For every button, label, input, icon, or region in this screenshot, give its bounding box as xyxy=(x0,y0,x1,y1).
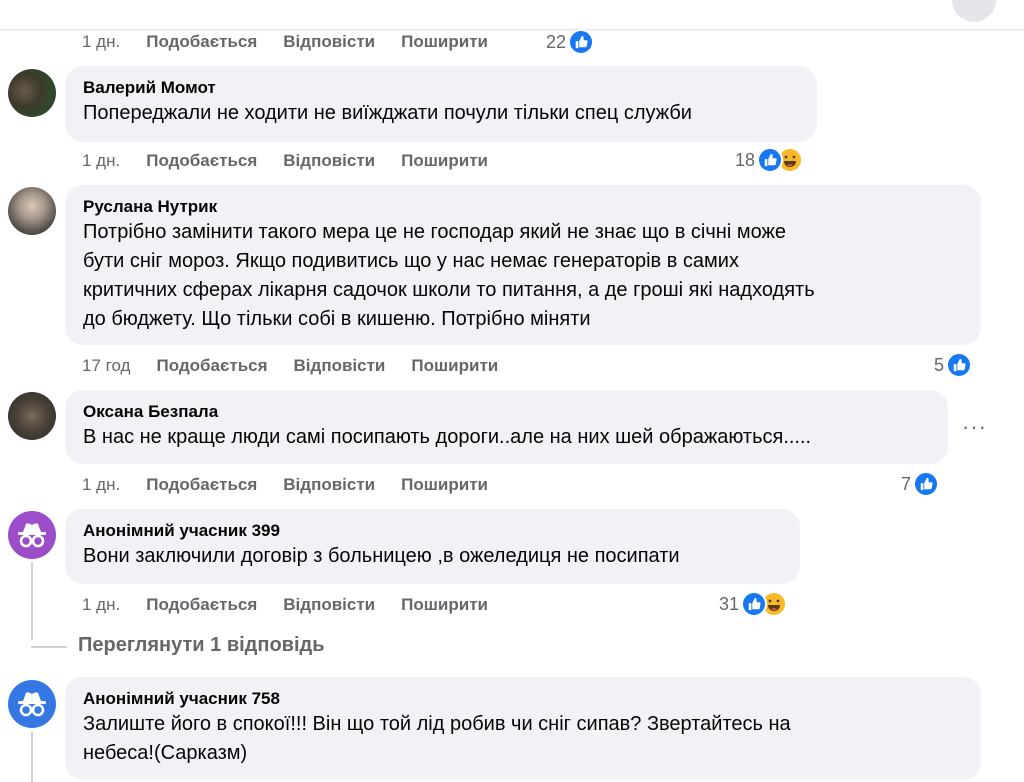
thread-line xyxy=(31,732,33,782)
comment-text: Попереджали не ходити не виїжджати почул… xyxy=(83,102,692,124)
comment-time[interactable]: 1 дн. xyxy=(82,151,120,171)
comment-text: В нас не краще люди самі посипають дорог… xyxy=(83,426,812,448)
like-reaction-icon xyxy=(946,352,973,378)
like-reaction-icon xyxy=(568,29,595,55)
comment-text-line: критичних сферах лікарня садочок школи т… xyxy=(83,279,815,301)
comment-actions: 1 дн. Подобається Відповісти Поширити xyxy=(82,475,488,495)
comment-bubble: Оксана Безпала В нас не краще люди самі … xyxy=(65,390,948,464)
avatar[interactable] xyxy=(8,392,56,440)
reply-link[interactable]: Відповісти xyxy=(283,595,375,615)
comment-bubble: Валерий Момот Попереджали не ходити не в… xyxy=(65,66,817,142)
comment-text-line: до бюджету. Що тільки собі в кишеню. Пот… xyxy=(83,308,591,330)
comment-author[interactable]: Анонімний учасник 399 xyxy=(83,520,782,542)
reaction-summary[interactable]: 31 xyxy=(719,591,788,617)
like-link[interactable]: Подобається xyxy=(146,595,257,615)
reply-link[interactable]: Відповісти xyxy=(283,32,375,52)
reaction-summary[interactable]: 22 xyxy=(546,29,595,55)
comment-actions: 1 дн. Подобається Відповісти Поширити xyxy=(82,32,488,52)
comment-author[interactable]: Анонімний учасник 758 xyxy=(83,688,963,710)
more-options-icon[interactable]: ··· xyxy=(962,414,987,440)
reaction-summary[interactable]: 18 xyxy=(735,147,804,173)
top-bar xyxy=(0,0,1024,30)
incognito-icon xyxy=(18,523,46,548)
reply-link[interactable]: Відповісти xyxy=(283,475,375,495)
incognito-icon xyxy=(18,692,46,717)
reaction-count: 31 xyxy=(719,593,740,614)
comment-actions: 17 год Подобається Відповісти Поширити xyxy=(82,356,498,376)
comment-actions: 1 дн. Подобається Відповісти Поширити xyxy=(82,151,488,171)
comment-text-line: Залиште його в спокої!!! Він що той лід … xyxy=(83,713,791,735)
view-replies-link[interactable]: Переглянути 1 відповідь xyxy=(78,634,325,657)
comment-author[interactable]: Оксана Безпала xyxy=(83,401,930,423)
share-link[interactable]: Поширити xyxy=(411,356,498,376)
reply-link[interactable]: Відповісти xyxy=(294,356,386,376)
anonymous-avatar[interactable] xyxy=(8,680,56,728)
like-link[interactable]: Подобається xyxy=(146,32,257,52)
comment-bubble: Руслана Нутрик Потрібно замінити такого … xyxy=(65,185,981,345)
share-link[interactable]: Поширити xyxy=(401,475,488,495)
comment-time[interactable]: 1 дн. xyxy=(82,595,120,615)
comment-author[interactable]: Валерий Момот xyxy=(83,77,799,99)
reaction-count: 22 xyxy=(546,31,567,52)
comment-time[interactable]: 17 год xyxy=(82,356,130,376)
share-link[interactable]: Поширити xyxy=(401,595,488,615)
avatar[interactable] xyxy=(8,69,56,117)
like-reaction-icon xyxy=(757,147,784,173)
comment-time[interactable]: 1 дн. xyxy=(82,32,120,52)
comment-actions: 1 дн. Подобається Відповісти Поширити xyxy=(82,595,488,615)
comment-author[interactable]: Руслана Нутрик xyxy=(83,196,963,218)
thread-connector xyxy=(31,646,67,648)
comment-bubble: Анонімний учасник 758 Залиште його в спо… xyxy=(65,677,981,780)
like-reaction-icon xyxy=(913,471,940,497)
like-link[interactable]: Подобається xyxy=(146,151,257,171)
reaction-count: 5 xyxy=(934,354,945,375)
comment-time[interactable]: 1 дн. xyxy=(82,475,120,495)
share-link[interactable]: Поширити xyxy=(401,32,488,52)
comment-text-line: бути сніг мороз. Якщо подивитись що у на… xyxy=(83,250,739,272)
reaction-count: 7 xyxy=(901,473,912,494)
avatar[interactable] xyxy=(8,187,56,235)
comment-text-line: небеса!(Сарказм) xyxy=(83,742,248,764)
reaction-count: 18 xyxy=(735,149,756,170)
reaction-summary[interactable]: 7 xyxy=(901,471,940,497)
comment-text-line: Потрібно замінити такого мера це не госп… xyxy=(83,221,786,243)
reply-link[interactable]: Відповісти xyxy=(283,151,375,171)
reaction-summary[interactable]: 5 xyxy=(934,352,973,378)
like-reaction-icon xyxy=(741,591,768,617)
close-button[interactable] xyxy=(952,0,996,22)
like-link[interactable]: Подобається xyxy=(156,356,267,376)
share-link[interactable]: Поширити xyxy=(401,151,488,171)
thread-line xyxy=(31,562,33,640)
comment-text: Вони заключили договір з больницею ,в ож… xyxy=(83,545,680,567)
comment-bubble: Анонімний учасник 399 Вони заключили дог… xyxy=(65,509,800,584)
like-link[interactable]: Подобається xyxy=(146,475,257,495)
anonymous-avatar[interactable] xyxy=(8,511,56,559)
